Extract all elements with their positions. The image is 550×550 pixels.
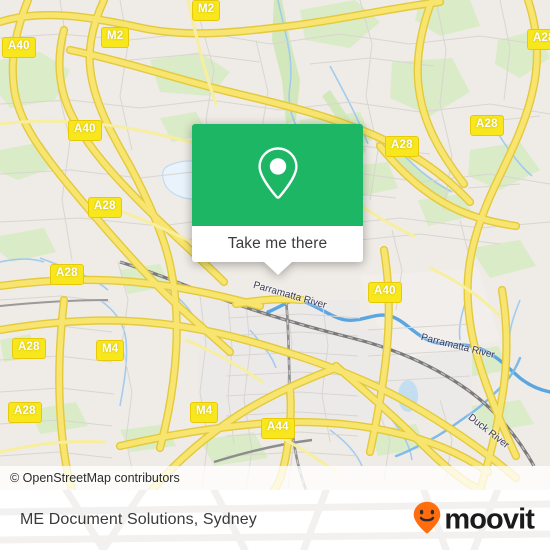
info-card-body [192,124,363,226]
moovit-map-page: M2 M2 A40 A28 A28 A40 A28 A28 A28 A40 A28 M4 M4 A28 A4… [0,0,550,550]
take-me-there-label: Take me there [227,235,328,252]
road-shield: A40 [368,282,402,303]
moovit-wordmark: moovit [444,503,535,536]
osm-attribution-text[interactable]: © OpenStreetMap contributors [0,471,180,485]
road-shield: A28 [50,264,84,285]
map-canvas[interactable]: M2 M2 A40 A28 A28 A40 A28 A28 A28 A40 A28 M4 M4 A28 A4… [0,0,550,490]
road-shield: A28 [12,338,46,359]
road-shield: A40 [2,37,36,58]
place-title: ME Document Solutions, Sydney [20,511,257,528]
place-thumbnail [192,124,363,226]
road-shield: A28 [88,197,122,218]
road-shield: A44 [261,418,295,439]
road-shield: A40 [68,120,102,141]
map-pin-icon [255,145,301,206]
road-shield: A28 [470,115,504,136]
road-shield: M4 [190,402,219,423]
road-shield: A28 [8,402,42,423]
road-shield: A28 [527,29,550,50]
moovit-brand[interactable]: moovit [412,501,535,540]
osm-attribution-bar: © OpenStreetMap contributors [0,466,550,490]
place-info-card[interactable]: Take me there [192,124,363,275]
road-shield: M4 [96,340,125,361]
info-card-pointer [263,262,292,275]
footer-bar: ME Document Solutions, Sydney moovit [0,490,550,550]
take-me-there-button[interactable]: Take me there [192,226,363,262]
moovit-pin-smiley-icon [412,501,442,540]
road-shield: M2 [101,27,130,48]
road-shield: M2 [192,0,221,21]
road-shield: A28 [385,136,419,157]
